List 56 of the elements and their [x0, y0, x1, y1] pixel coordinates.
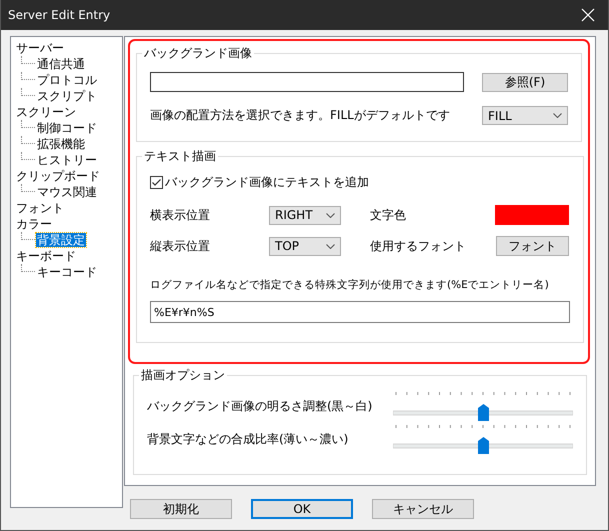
color-swatch[interactable]	[495, 205, 569, 225]
chevron-icon	[553, 113, 562, 118]
field-label: 縦表示位置	[150, 238, 211, 254]
dialog-button[interactable]: OK	[251, 499, 353, 519]
tree-item[interactable]: スクリーン	[15, 105, 77, 119]
slider-label: 背景文字などの合成比率(薄い～濃い)	[147, 431, 348, 448]
tree-connector	[21, 88, 35, 96]
tree-connector	[21, 264, 35, 272]
group-title: バックグランド画像	[143, 45, 253, 62]
checkbox[interactable]	[150, 176, 163, 189]
chevron-icon	[326, 212, 335, 218]
tree-connector	[21, 152, 35, 160]
browse-button[interactable]: 参照(F)	[482, 72, 568, 92]
tree-item[interactable]: カラー	[15, 217, 53, 231]
tree-item[interactable]: クリップボード	[15, 169, 101, 183]
tree-item[interactable]: フォント	[15, 201, 65, 215]
position-select[interactable]: TOP	[269, 236, 341, 256]
tree-item[interactable]: 通信共通	[36, 57, 86, 71]
checkbox-label[interactable]: バックグランド画像にテキストを追加	[165, 174, 369, 191]
path-field[interactable]	[150, 72, 464, 92]
window-title: Server Edit Entry	[8, 8, 110, 22]
position-select[interactable]: RIGHT	[269, 206, 341, 224]
tree-connector	[21, 56, 35, 64]
tree-connector	[21, 120, 35, 128]
placement-select[interactable]: FILL	[482, 106, 568, 125]
tree-connector	[21, 72, 35, 80]
tree-connector	[21, 136, 35, 144]
tree-item[interactable]: ヒストリー	[36, 153, 98, 167]
font-button[interactable]: フォント	[496, 236, 569, 256]
tree-item[interactable]: プロトコル	[36, 73, 98, 87]
tree-item[interactable]: マウス関連	[36, 185, 98, 199]
group-title: テキスト描画	[143, 148, 217, 165]
tree-connector	[21, 184, 35, 192]
group-title: 描画オプション	[140, 367, 226, 384]
tree-item[interactable]: 拡張機能	[36, 137, 86, 151]
field-label: 文字色	[370, 206, 407, 224]
tree-item[interactable]: サーバー	[15, 41, 65, 55]
tree-item[interactable]: キーコード	[36, 265, 98, 279]
chevron-icon	[326, 244, 335, 248]
tree-item[interactable]: スクリプト	[36, 89, 98, 103]
slider-label: バックグランド画像の明るさ調整(黒～白)	[147, 398, 372, 415]
placement-label: 画像の配置方法を選択できます。FILLがデフォルトです	[150, 107, 450, 124]
slider-thumb[interactable]	[478, 404, 488, 420]
dialog-button[interactable]: 初期化	[130, 499, 232, 519]
field-label: 横表示位置	[150, 206, 211, 224]
field-label: 使用するフォント	[370, 238, 467, 254]
close-icon[interactable]	[580, 7, 596, 23]
slider[interactable]	[393, 392, 573, 422]
tree-item[interactable]: 制御コード	[36, 121, 98, 135]
dialog-button[interactable]: キャンセル	[372, 499, 474, 519]
tree-item[interactable]: キーボード	[15, 249, 77, 263]
format-field[interactable]: %E¥r¥n%S	[150, 301, 570, 323]
hint-text: ログファイル名などで指定できる特殊文字列が使用できます(%Eでエントリー名)	[150, 278, 550, 292]
tree-item[interactable]: 背景設定	[36, 233, 86, 247]
slider[interactable]	[393, 424, 573, 454]
slider-thumb[interactable]	[478, 436, 488, 454]
